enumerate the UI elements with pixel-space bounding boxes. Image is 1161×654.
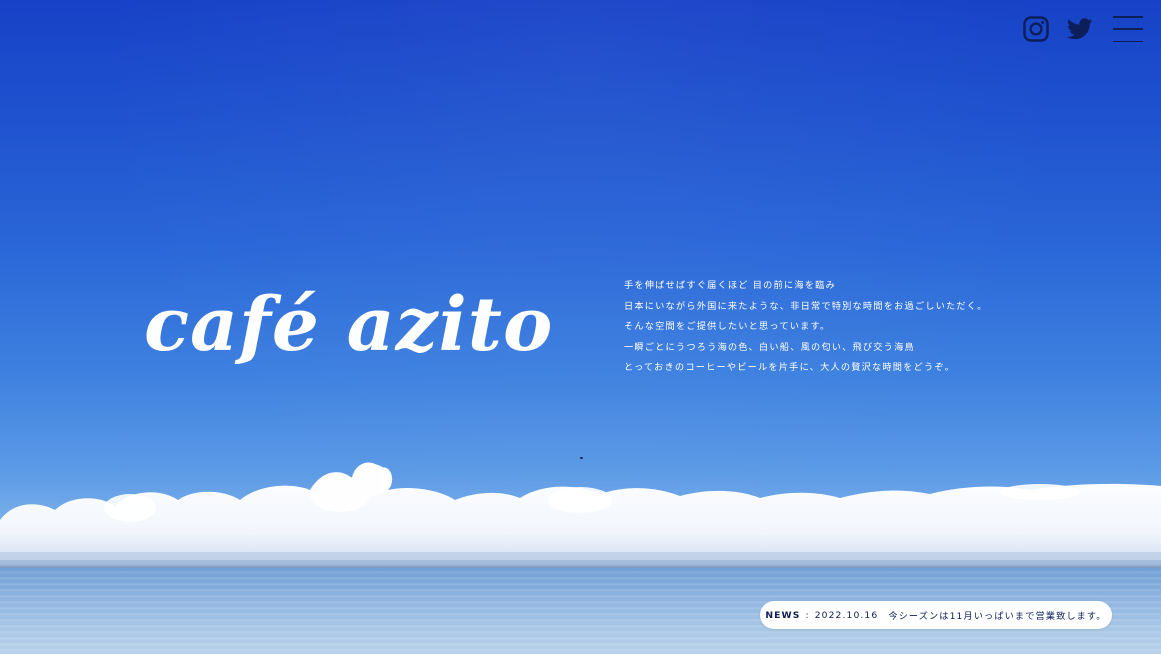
menu-bar <box>1113 28 1143 30</box>
news-banner[interactable]: NEWS : 2022.10.16 今シーズンは11月いっぱいまで営業致します。 <box>760 601 1112 629</box>
intro-text: 手を伸ばせばすぐ届くほど 目の前に海を臨み 日本にいながら外国に来たような、非日… <box>624 276 1044 379</box>
top-nav <box>1021 14 1143 44</box>
intro-line: とっておきのコーヒーやビールを片手に、大人の贅沢な時間をどうぞ。 <box>624 362 956 374</box>
intro-line: 一瞬ごとにうつろう海の色、白い船、風の匂い、飛び交う海鳥 <box>624 341 915 353</box>
news-date: 2022.10.16 <box>814 609 879 621</box>
news-label: NEWS <box>765 609 801 621</box>
menu-bar <box>1113 40 1143 42</box>
cafe-azito-logo: café azito <box>144 282 550 368</box>
logo-text: café azito <box>144 282 550 368</box>
intro-line: 日本にいながら外国に来たような、非日常で特別な時間をお過ごしいただく。 <box>624 300 988 312</box>
hero-section: café azito 手を伸ばせばすぐ届くほど 目の前に海を臨み 日本にいながら… <box>0 0 1161 654</box>
menu-bar <box>1113 16 1143 18</box>
instagram-icon[interactable] <box>1021 14 1051 44</box>
hamburger-menu-icon[interactable] <box>1113 16 1143 42</box>
intro-line: 手を伸ばせばすぐ届くほど 目の前に海を臨み <box>624 280 836 291</box>
intro-line: そんな空間をご提供したいと思っています。 <box>624 321 831 333</box>
twitter-icon[interactable] <box>1065 14 1095 44</box>
seabird <box>580 457 583 459</box>
news-text: 今シーズンは11月いっぱいまで営業致します。 <box>888 611 1107 622</box>
news-separator: : <box>805 609 810 621</box>
